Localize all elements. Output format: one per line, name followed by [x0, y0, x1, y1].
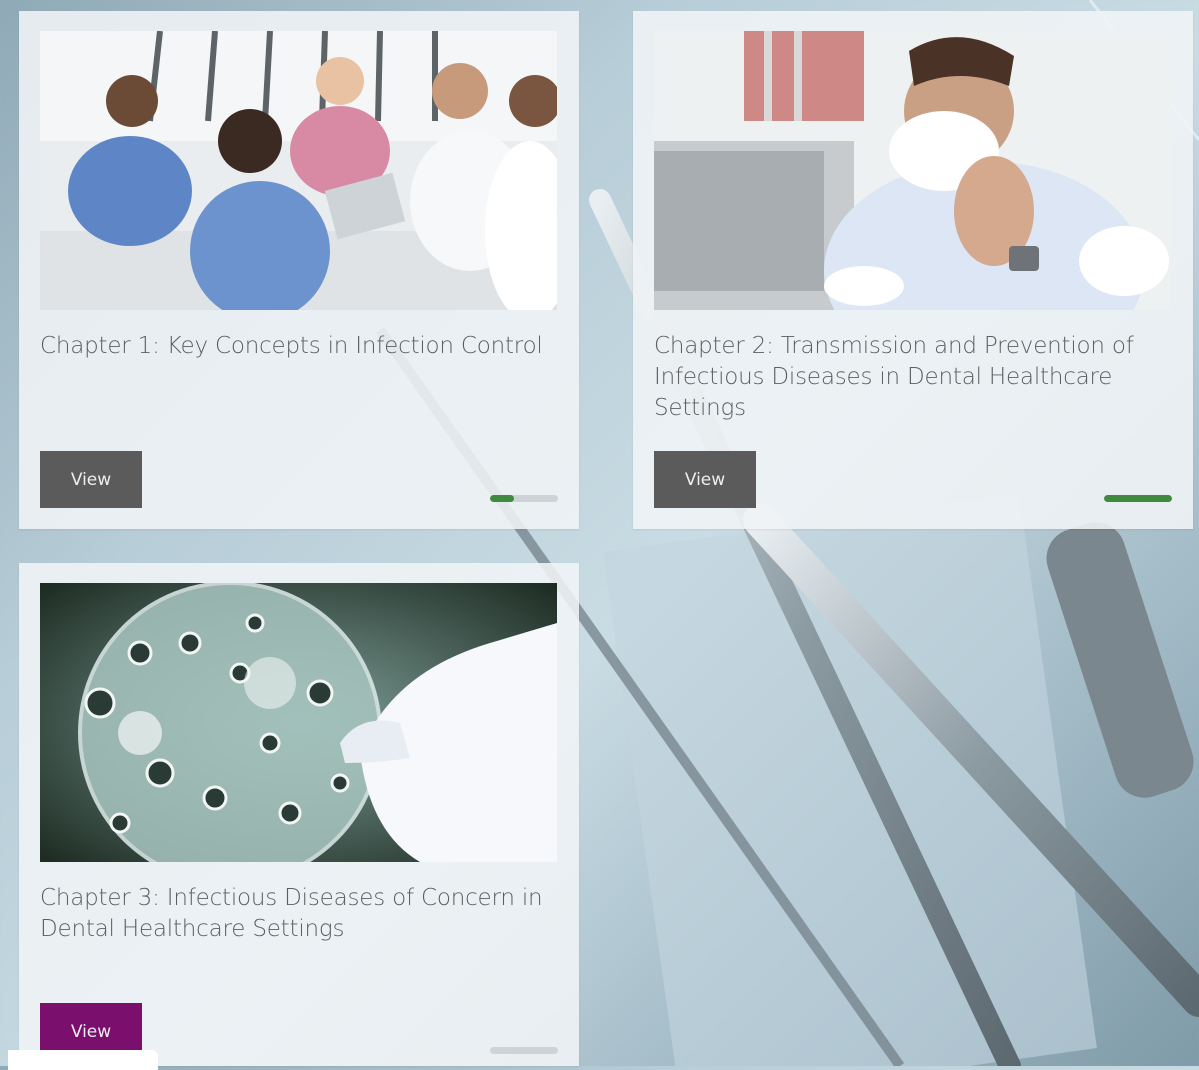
- chapter-1-title: Chapter 1: Key Concepts in Infection Con…: [40, 333, 543, 359]
- chapter-3-image: [40, 583, 557, 862]
- chapter-card-3: Chapter 3: Infectious Diseases of Concer…: [19, 563, 579, 1066]
- chapter-2-image: [654, 31, 1171, 310]
- chapter-1-view-button[interactable]: View: [40, 451, 142, 508]
- bottom-left-tab: [8, 1050, 158, 1070]
- chapter-1-image: [40, 31, 557, 310]
- chapter-card-1: Chapter 1: Key Concepts in Infection Con…: [19, 11, 579, 529]
- chapter-card-2: Chapter 2: Transmission and Prevention o…: [633, 11, 1193, 529]
- chapter-2-progress-fill: [1104, 495, 1172, 502]
- chapter-3-title: Chapter 3: Infectious Diseases of Concer…: [40, 885, 543, 942]
- chapter-1-progress-bar: [490, 495, 558, 502]
- chapter-2-title: Chapter 2: Transmission and Prevention o…: [654, 333, 1134, 421]
- chapter-2-progress-bar: [1104, 495, 1172, 502]
- chapter-3-progress-bar: [490, 1047, 558, 1054]
- chapter-1-progress-fill: [490, 495, 514, 502]
- chapter-2-view-button[interactable]: View: [654, 451, 756, 508]
